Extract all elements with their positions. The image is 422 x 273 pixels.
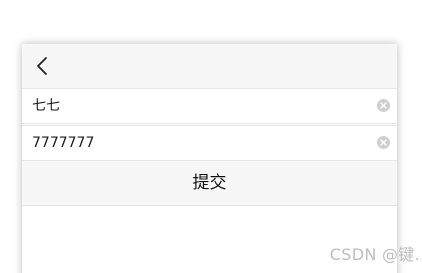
submit-button[interactable]: 提交	[22, 161, 397, 206]
nav-bar	[22, 44, 397, 88]
clear-icon[interactable]	[377, 99, 390, 112]
name-field[interactable]: 七七	[22, 88, 397, 124]
watermark: CSDN @键.	[329, 245, 420, 264]
mobile-page: 七七 7777777 提交	[22, 44, 397, 273]
back-button[interactable]	[30, 53, 56, 79]
clear-icon[interactable]	[377, 136, 390, 149]
chevron-left-icon	[30, 53, 56, 79]
number-field[interactable]: 7777777	[22, 125, 397, 161]
screenshot-stage: 七七 7777777 提交 CSDN @键.	[0, 0, 422, 273]
name-input[interactable]: 七七	[32, 89, 362, 123]
number-input[interactable]: 7777777	[32, 126, 362, 160]
